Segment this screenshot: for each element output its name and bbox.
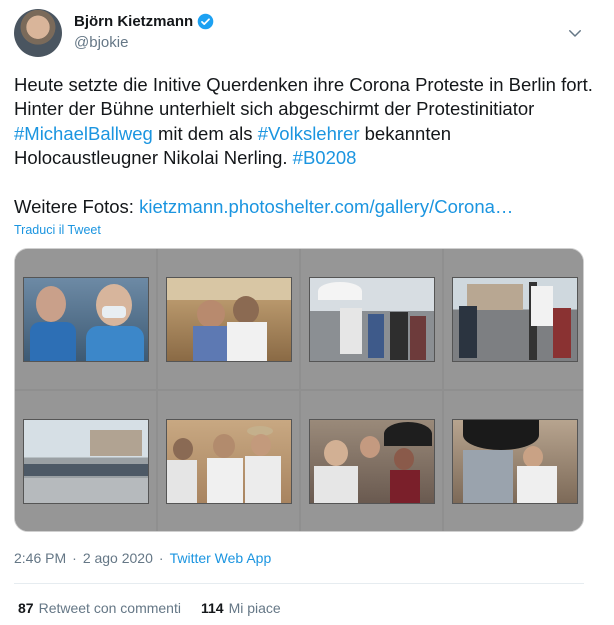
media-cell[interactable] (158, 391, 299, 531)
meta-separator: · (72, 550, 77, 566)
tweet-date[interactable]: 2 ago 2020 (83, 550, 153, 566)
photo-thumbnail[interactable] (451, 276, 578, 362)
author-handle[interactable]: @bjokie (74, 34, 128, 51)
author-name-row[interactable]: Björn Kietzmann (74, 13, 214, 30)
chevron-down-icon[interactable] (566, 24, 584, 42)
tweet-text-part: mit dem als (152, 122, 258, 144)
tweet-text-part: Heute setzte die Initive Querdenken ihre… (14, 74, 593, 120)
divider (14, 583, 584, 584)
retweets-stat[interactable]: 87 Retweet con commenti (18, 600, 181, 616)
media-cell[interactable] (301, 249, 442, 389)
photo-thumbnail[interactable] (308, 276, 435, 362)
author-name[interactable]: Björn Kietzmann (74, 13, 193, 30)
tweet-source-link[interactable]: Twitter Web App (170, 550, 272, 566)
tweet-text: Heute setzte die Initive Querdenken ihre… (14, 73, 594, 219)
retweets-count: 87 (18, 600, 34, 616)
media-cell[interactable] (444, 249, 583, 389)
likes-stat[interactable]: 114 Mi piace (201, 600, 281, 616)
verified-badge-icon (197, 13, 214, 30)
author-avatar[interactable] (14, 9, 62, 57)
photo-thumbnail[interactable] (308, 418, 435, 504)
media-cell[interactable] (15, 249, 156, 389)
tweet-meta: 2:46 PM · 2 ago 2020 · Twitter Web App (14, 550, 271, 566)
hashtag-link[interactable]: #B0208 (293, 147, 357, 168)
meta-separator: · (158, 550, 164, 566)
photo-thumbnail[interactable] (22, 418, 149, 504)
media-cell[interactable] (15, 391, 156, 531)
more-photos-label: Weitere Fotos: (14, 196, 140, 218)
media-cell[interactable] (444, 391, 583, 531)
retweets-label: Retweet con commenti (38, 600, 181, 616)
tweet-time[interactable]: 2:46 PM (14, 550, 66, 566)
translate-tweet-link[interactable]: Traduci il Tweet (14, 223, 101, 237)
likes-count: 114 (200, 600, 224, 616)
likes-label: Mi piace (228, 600, 281, 616)
photo-thumbnail[interactable] (165, 418, 292, 504)
media-cell[interactable] (301, 391, 442, 531)
media-grid (14, 248, 584, 532)
photo-thumbnail[interactable] (451, 418, 578, 504)
gallery-link[interactable]: kietzmann.photoshelter.com/gallery/Coron… (139, 196, 513, 217)
hashtag-link[interactable]: #MichaelBallweg (14, 123, 153, 144)
media-cell[interactable] (158, 249, 299, 389)
photo-thumbnail[interactable] (22, 276, 149, 362)
tweet-stats: 87 Retweet con commenti 114 Mi piace (18, 600, 301, 616)
photo-thumbnail[interactable] (165, 276, 292, 362)
hashtag-link[interactable]: #Volkslehrer (258, 123, 360, 144)
